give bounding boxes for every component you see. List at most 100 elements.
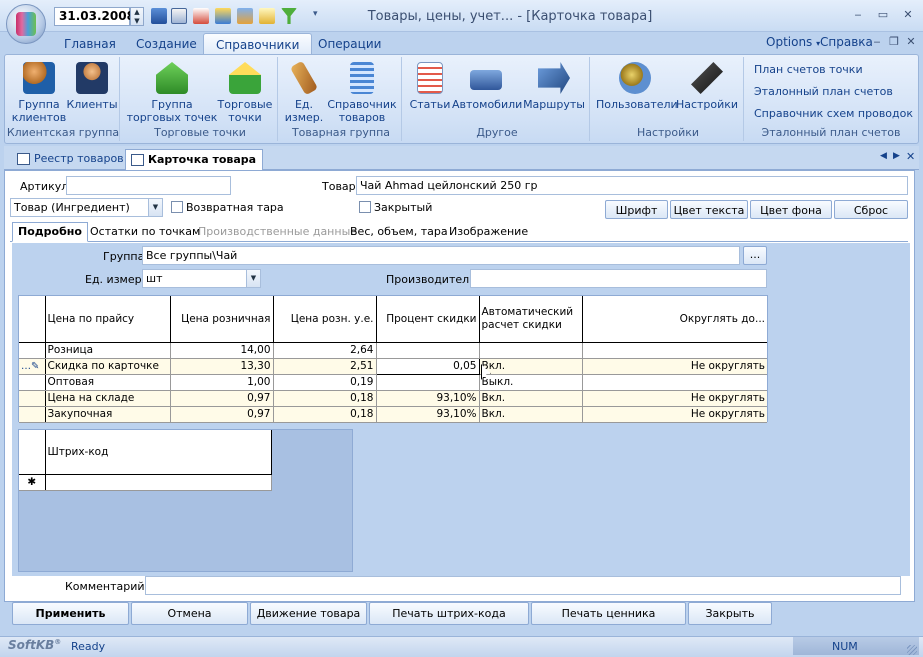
resize-grip-icon[interactable] <box>907 645 917 655</box>
maker-input[interactable] <box>470 269 767 288</box>
font-button[interactable]: Шрифт <box>605 200 668 219</box>
cell[interactable]: Оптовая <box>45 374 171 391</box>
row-header[interactable] <box>19 342 46 359</box>
help-menu[interactable]: Справка <box>820 35 873 49</box>
cell[interactable] <box>582 374 767 391</box>
reset-button[interactable]: Сброс <box>834 200 908 219</box>
col-header-round-to[interactable]: Округлять до... <box>582 296 767 343</box>
unit-select[interactable]: шт ▼ <box>142 269 261 288</box>
cell[interactable]: 0,18 <box>273 390 377 407</box>
print-barcode-button[interactable]: Печать штрих-кода <box>369 602 529 625</box>
settings-button[interactable]: Настройки <box>674 62 740 111</box>
closed-checkbox[interactable] <box>359 201 371 213</box>
doc-restore-button[interactable]: ❐ <box>886 35 902 49</box>
tab-home[interactable]: Главная <box>52 33 128 55</box>
returnable-checkbox[interactable] <box>171 201 183 213</box>
report-icon[interactable] <box>259 8 275 24</box>
cell[interactable]: Закупочная <box>45 406 171 423</box>
subtab-image[interactable]: Изображение <box>449 225 528 238</box>
cell[interactable]: 93,10% <box>376 390 480 407</box>
tab-create[interactable]: Создание <box>124 33 209 55</box>
reference-chart-link[interactable]: Эталонный план счетов <box>754 85 893 98</box>
cancel-button[interactable]: Отмена <box>131 602 248 625</box>
cell[interactable] <box>45 474 272 491</box>
doc-minimize-button[interactable]: ‒ <box>869 35 885 49</box>
goods-movement-button[interactable]: Движение товара <box>250 602 367 625</box>
row-header[interactable] <box>19 390 46 407</box>
import-icon[interactable] <box>215 8 231 24</box>
row-header[interactable] <box>19 374 46 391</box>
tab-goods-card[interactable]: Карточка товара <box>125 149 264 170</box>
date-field[interactable]: 31.03.2008 <box>54 7 135 26</box>
cell[interactable]: 13,30 <box>170 358 274 375</box>
routes-button[interactable]: Маршруты <box>522 62 586 111</box>
cell[interactable]: Вкл. <box>479 390 583 407</box>
col-header-retail-price[interactable]: Цена розничная <box>170 296 274 343</box>
cell[interactable]: 0,18 <box>273 406 377 423</box>
point-groups-button[interactable]: Группа торговых точек <box>126 62 218 124</box>
cell[interactable]: 2,64 <box>273 342 377 359</box>
table-row[interactable]: Цена на складе 0,97 0,18 93,10% Вкл. Не … <box>19 390 767 407</box>
cell[interactable]: 2,51 <box>273 358 377 375</box>
units-button[interactable]: Ед. измер. <box>282 60 326 124</box>
col-header-retail-price-ue[interactable]: Цена розн. у.е. <box>273 296 377 343</box>
article-input[interactable] <box>66 176 231 195</box>
client-group-button[interactable]: Группа клиентов <box>10 62 68 124</box>
cell[interactable]: 0,97 <box>170 406 274 423</box>
cell[interactable]: Скидка по карточке <box>45 358 171 375</box>
subtab-weight-volume[interactable]: Вес, объем, тара <box>350 225 448 238</box>
print-price-tag-button[interactable]: Печать ценника <box>531 602 686 625</box>
col-header-discount-percent[interactable]: Процент скидки <box>376 296 480 343</box>
articles-button[interactable]: Статьи <box>408 62 452 111</box>
row-header[interactable] <box>19 406 46 423</box>
date-spinner[interactable]: ▲ ▼ <box>130 7 144 26</box>
cell[interactable]: 1,00 <box>170 374 274 391</box>
cell[interactable]: Розница <box>45 342 171 359</box>
cell[interactable]: Не округлять <box>582 358 767 375</box>
users-button[interactable]: Пользователи <box>596 62 678 111</box>
group-input[interactable]: Все группы\Чай <box>142 246 740 265</box>
cell[interactable]: Вкл. <box>479 358 583 375</box>
subtab-stock-by-point[interactable]: Остатки по точкам <box>90 225 200 238</box>
bg-color-button[interactable]: Цвет фона <box>750 200 832 219</box>
table-row[interactable]: …✎ Скидка по карточке 13,30 2,51 0,05 Вк… <box>19 357 767 375</box>
calendar-icon[interactable] <box>171 8 187 24</box>
product-type-select[interactable]: Товар (Ингредиент) ▼ <box>10 198 163 217</box>
cell[interactable]: Выкл. <box>479 374 583 391</box>
cell[interactable]: Не округлять <box>582 406 767 423</box>
tab-scroll-right-icon[interactable]: ▶ <box>893 151 900 161</box>
col-header-price-list[interactable]: Цена по прайсу <box>45 296 171 343</box>
tab-goods-register[interactable]: Реестр товаров <box>12 149 130 170</box>
vehicles-button[interactable]: Автомобили <box>452 62 522 111</box>
maximize-button[interactable]: ▭ <box>875 8 891 22</box>
close-card-button[interactable]: Закрыть <box>688 602 772 625</box>
chart-points-link[interactable]: План счетов точки <box>754 63 863 76</box>
doc-close-button[interactable]: ✕ <box>903 35 919 49</box>
product-input[interactable]: Чай Ahmad цейлонский 250 гр <box>356 176 908 195</box>
ledger-icon[interactable] <box>151 8 167 24</box>
cell[interactable] <box>376 342 480 359</box>
minimize-button[interactable]: ‒ <box>850 8 866 22</box>
tab-scroll-left-icon[interactable]: ◀ <box>880 151 887 161</box>
discount-edit-cell[interactable]: 0,05 <box>375 357 480 375</box>
close-button[interactable]: ✕ <box>900 8 916 22</box>
cell[interactable]: Цена на складе <box>45 390 171 407</box>
cell[interactable]: Вкл. <box>479 406 583 423</box>
group-browse-button[interactable]: ... <box>743 246 767 265</box>
tab-operations[interactable]: Операции <box>306 33 393 55</box>
export-icon[interactable] <box>193 8 209 24</box>
subtab-details[interactable]: Подробно <box>12 222 88 242</box>
list-edit-icon[interactable] <box>237 8 253 24</box>
col-header-barcode[interactable]: Штрих-код <box>45 430 272 475</box>
tab-references[interactable]: Справочники <box>203 33 313 55</box>
row-header[interactable]: …✎ <box>19 358 46 375</box>
table-row[interactable]: Оптовая 1,00 0,19 Выкл. <box>19 374 767 391</box>
cell[interactable]: 0,19 <box>273 374 377 391</box>
table-row[interactable]: Розница 14,00 2,64 <box>19 342 767 359</box>
comment-input[interactable] <box>145 576 901 595</box>
posting-schemes-link[interactable]: Справочник схем проводок <box>754 107 913 120</box>
points-button[interactable]: Торговые точки <box>216 62 274 124</box>
doc-tab-close-icon[interactable]: ✕ <box>906 150 915 163</box>
cell[interactable] <box>376 374 480 391</box>
cell[interactable]: 93,10% <box>376 406 480 423</box>
